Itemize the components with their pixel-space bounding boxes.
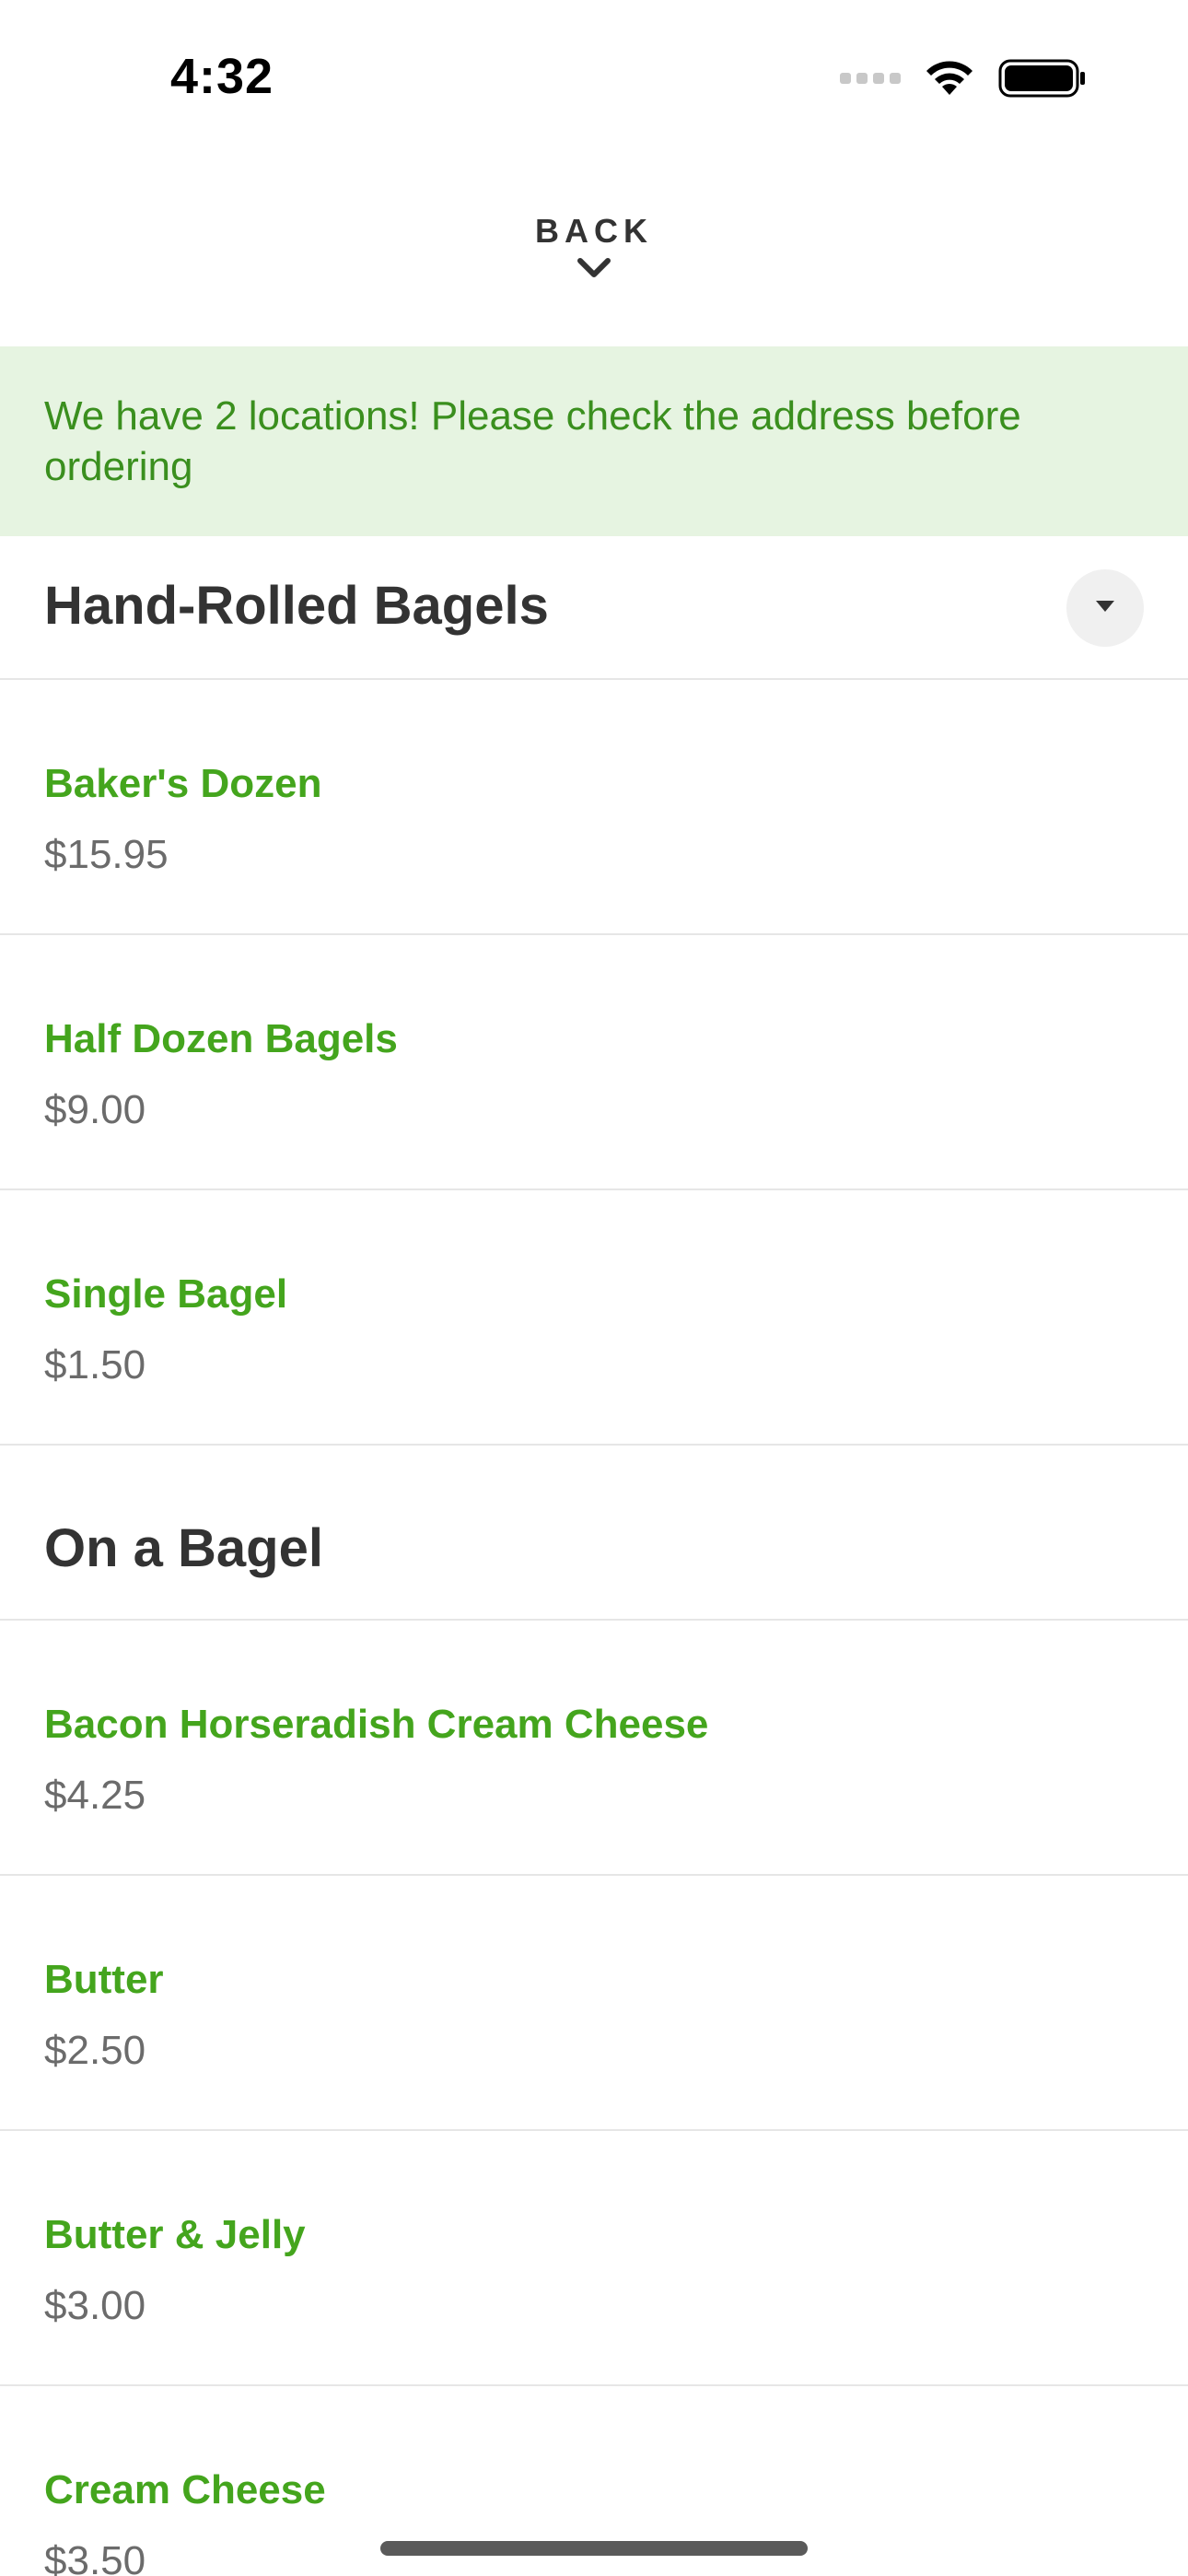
item-price: $4.25	[44, 1773, 146, 1818]
status-time: 4:32	[170, 49, 274, 104]
item-price: $3.00	[44, 2283, 146, 2328]
caret-down-icon	[1094, 599, 1116, 618]
item-price: $3.50	[44, 2538, 146, 2576]
menu-screen: 4:32 BACK We have 2 locations! Please ch…	[0, 0, 1188, 2576]
item-price: $1.50	[44, 1342, 146, 1388]
back-button[interactable]: BACK	[0, 212, 1188, 313]
item-name: Baker's Dozen	[44, 761, 322, 806]
item-price: $9.00	[44, 1087, 146, 1132]
locations-banner: We have 2 locations! Please check the ad…	[0, 346, 1188, 536]
chevron-down-icon	[576, 256, 612, 285]
cellular-signal-icon	[840, 73, 901, 84]
menu-item[interactable]: Butter $2.50	[0, 1876, 1188, 2131]
collapse-button[interactable]	[1066, 569, 1144, 647]
item-name: Single Bagel	[44, 1271, 288, 1317]
section-header-on-a-bagel: On a Bagel	[0, 1446, 1188, 1621]
battery-icon	[998, 58, 1087, 99]
item-name: Half Dozen Bagels	[44, 1016, 398, 1061]
status-bar: 4:32	[0, 0, 1188, 157]
back-label: BACK	[535, 212, 653, 250]
item-name: Butter	[44, 1957, 164, 2002]
menu-item[interactable]: Half Dozen Bagels $9.00	[0, 935, 1188, 1190]
home-indicator[interactable]	[380, 2541, 808, 2556]
menu-item[interactable]: Baker's Dozen $15.95	[0, 680, 1188, 935]
section-title: On a Bagel	[44, 1518, 323, 1578]
menu-item[interactable]: Butter & Jelly $3.00	[0, 2131, 1188, 2386]
wifi-icon	[921, 58, 978, 99]
item-name: Butter & Jelly	[44, 2212, 306, 2257]
item-price: $2.50	[44, 2028, 146, 2073]
menu-item[interactable]: Bacon Horseradish Cream Cheese $4.25	[0, 1621, 1188, 1876]
item-name: Bacon Horseradish Cream Cheese	[44, 1702, 709, 1747]
item-price: $15.95	[44, 832, 169, 877]
item-name: Cream Cheese	[44, 2467, 326, 2512]
section-header-hand-rolled-bagels[interactable]: Hand-Rolled Bagels	[0, 536, 1188, 680]
section-title: Hand-Rolled Bagels	[44, 576, 549, 636]
banner-text: We have 2 locations! Please check the ad…	[44, 393, 1021, 489]
status-icons	[840, 55, 1087, 101]
menu-item[interactable]: Single Bagel $1.50	[0, 1190, 1188, 1446]
